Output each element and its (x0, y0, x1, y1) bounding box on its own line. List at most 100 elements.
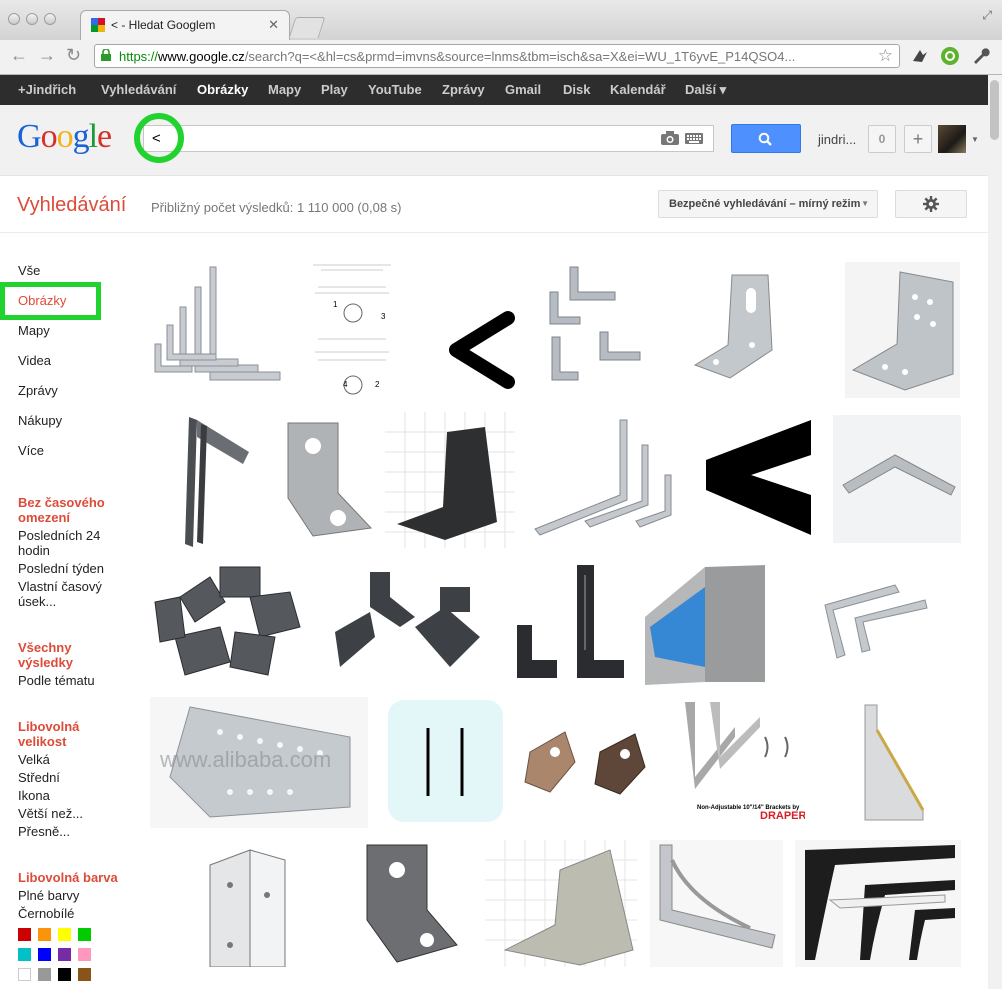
filter-size-larger-than[interactable]: Větší než... (18, 806, 128, 821)
search-button[interactable] (731, 124, 801, 153)
color-swatch[interactable] (58, 948, 71, 961)
window-zoom-button[interactable] (44, 13, 56, 25)
window-close-button[interactable] (8, 13, 20, 25)
image-result[interactable] (645, 557, 775, 685)
new-tab-button[interactable] (288, 17, 326, 38)
scrollbar[interactable] (988, 75, 1002, 989)
nav-item-shopping[interactable]: Nákupy (18, 413, 62, 428)
image-result[interactable]: 1 3 4 2 (303, 257, 401, 400)
gbar-item-youtube[interactable]: YouTube (368, 82, 422, 97)
image-result[interactable] (835, 700, 930, 824)
safe-search-button[interactable]: Bezpečné vyhledávání – mírný režim ▼ (658, 190, 878, 218)
gbar-item-maps[interactable]: Mapy (268, 82, 301, 97)
image-result[interactable]: www.alibaba.com (150, 697, 368, 828)
avatar[interactable] (938, 125, 966, 153)
color-swatch[interactable] (58, 928, 71, 941)
image-result[interactable] (540, 262, 645, 392)
image-result[interactable] (330, 567, 492, 677)
image-result[interactable] (205, 845, 293, 967)
image-result[interactable] (388, 700, 503, 822)
camera-icon[interactable] (661, 131, 679, 145)
window-minimize-button[interactable] (26, 13, 38, 25)
image-result[interactable] (690, 270, 780, 382)
image-result[interactable] (795, 840, 961, 967)
nav-item-videos[interactable]: Videa (18, 353, 51, 368)
filter-time-custom[interactable]: Vlastní časový úsek... (18, 579, 128, 609)
back-icon[interactable]: ← (10, 45, 28, 66)
image-result[interactable] (357, 840, 465, 967)
image-result[interactable] (530, 415, 685, 540)
filter-time-24h[interactable]: Posledních 24 hodin (18, 528, 128, 558)
image-result[interactable] (650, 840, 783, 967)
filter-results-topic[interactable]: Podle tématu (18, 673, 128, 688)
share-button[interactable]: + (904, 125, 932, 153)
bookmark-star-icon[interactable]: ☆ (878, 46, 893, 66)
gbar-item-calendar[interactable]: Kalendář (610, 82, 666, 97)
keyboard-icon[interactable] (685, 133, 703, 144)
gbar-item-profile[interactable]: +Jindřich (18, 82, 76, 97)
filter-results-all[interactable]: Všechny výsledky (18, 640, 128, 670)
image-result[interactable] (485, 840, 637, 967)
image-result[interactable] (512, 560, 630, 682)
image-result[interactable] (815, 580, 932, 663)
nav-item-more[interactable]: Více (18, 443, 44, 458)
image-result[interactable] (150, 262, 285, 395)
filter-color-bw[interactable]: Černobílé (18, 906, 128, 921)
image-result[interactable] (845, 262, 960, 398)
address-bar[interactable]: https://www.google.cz/search?q=<&hl=cs&p… (94, 44, 900, 68)
color-swatch[interactable] (38, 948, 51, 961)
color-swatch[interactable] (78, 948, 91, 961)
filter-time-week[interactable]: Poslední týden (18, 561, 128, 576)
filter-color-full[interactable]: Plné barvy (18, 888, 128, 903)
evernote-icon[interactable] (940, 46, 960, 66)
forward-icon[interactable]: → (38, 45, 56, 66)
color-swatch[interactable] (78, 928, 91, 941)
color-swatch[interactable] (18, 948, 31, 961)
extension-icon[interactable] (910, 46, 930, 66)
gbar-item-drive[interactable]: Disk (563, 82, 590, 97)
filter-time-any[interactable]: Bez časového omezení (18, 495, 128, 525)
user-name[interactable]: jindri... (818, 132, 856, 147)
gbar-item-play[interactable]: Play (321, 82, 348, 97)
search-input[interactable] (150, 129, 634, 148)
color-swatch[interactable] (38, 928, 51, 941)
color-swatch[interactable] (58, 968, 71, 981)
filter-size-exact[interactable]: Přesně... (18, 824, 128, 839)
browser-tab[interactable]: < - Hledat Googlem ✕ (80, 10, 290, 40)
color-swatch[interactable] (18, 968, 31, 981)
nav-item-news[interactable]: Zprávy (18, 383, 58, 398)
gbar-item-more[interactable]: Další ▾ (685, 82, 726, 98)
filter-color-any[interactable]: Libovolná barva (18, 870, 128, 885)
filter-size-medium[interactable]: Střední (18, 770, 128, 785)
color-swatch[interactable] (18, 928, 31, 941)
gbar-item-images[interactable]: Obrázky (197, 82, 248, 97)
settings-button[interactable] (895, 190, 967, 218)
chevron-down-icon[interactable]: ▼ (971, 135, 979, 144)
reload-icon[interactable]: ↻ (66, 45, 81, 66)
gbar-item-search[interactable]: Vyhledávání (101, 82, 176, 97)
image-result[interactable] (436, 300, 518, 395)
filter-size-icon[interactable]: Ikona (18, 788, 128, 803)
nav-item-all[interactable]: Vše (18, 263, 40, 278)
wrench-menu-icon[interactable] (970, 46, 990, 66)
gbar-item-news[interactable]: Zprávy (442, 82, 485, 97)
color-swatch[interactable] (38, 968, 51, 981)
filter-size-any[interactable]: Libovolná velikost (18, 719, 128, 749)
notifications-button[interactable]: 0 (868, 125, 896, 153)
gbar-item-gmail[interactable]: Gmail (505, 82, 541, 97)
image-result[interactable] (150, 557, 318, 685)
image-result[interactable] (706, 420, 811, 535)
google-logo[interactable]: Google (17, 118, 112, 156)
filter-size-large[interactable]: Velká (18, 752, 128, 767)
image-result[interactable] (520, 722, 662, 807)
fullscreen-icon[interactable]: ⤢ (982, 8, 992, 23)
image-result[interactable] (385, 412, 515, 548)
image-result[interactable]: Non-Adjustable 10"/14" Brackets by DRAPE… (675, 697, 805, 824)
scrollbar-thumb[interactable] (990, 80, 999, 140)
image-result[interactable] (833, 415, 961, 543)
image-result[interactable] (181, 412, 251, 549)
image-result[interactable] (283, 418, 373, 539)
color-swatch[interactable] (78, 968, 91, 981)
nav-item-maps[interactable]: Mapy (18, 323, 50, 338)
tab-close-icon[interactable]: ✕ (268, 17, 279, 33)
